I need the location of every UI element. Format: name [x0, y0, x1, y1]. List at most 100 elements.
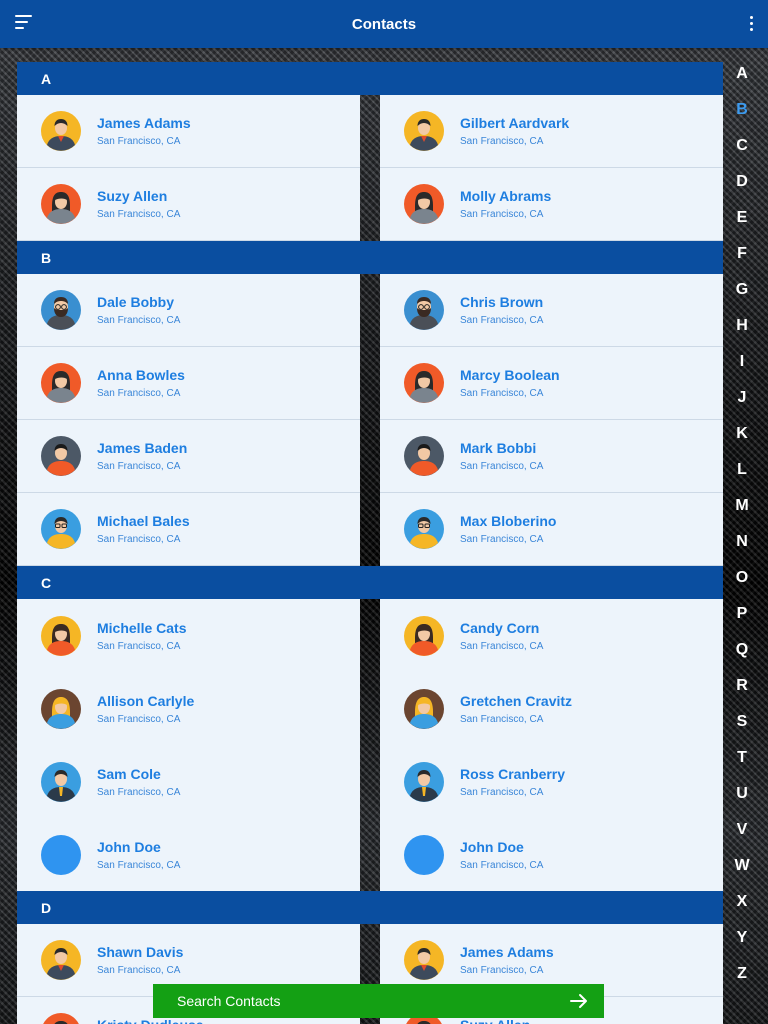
avatar-icon: [41, 940, 81, 980]
hamburger-menu-icon[interactable]: [15, 15, 33, 33]
contact-location: San Francisco, CA: [97, 209, 181, 220]
index-letter-n[interactable]: N: [724, 524, 760, 560]
contact-location: San Francisco, CA: [460, 965, 544, 976]
contact-card[interactable]: Michael Bales San Francisco, CA: [17, 493, 360, 566]
contact-name: James Adams: [97, 115, 191, 131]
contact-info: Allison Carlyle San Francisco, CA: [97, 693, 194, 725]
section-header-b: B: [17, 241, 723, 274]
index-letter-e[interactable]: E: [724, 200, 760, 236]
contact-card[interactable]: Candy Corn San Francisco, CA: [380, 599, 723, 672]
contact-card[interactable]: Ross Cranberry San Francisco, CA: [380, 745, 723, 818]
contact-card[interactable]: Marcy Boolean San Francisco, CA: [380, 347, 723, 420]
index-letter-i[interactable]: I: [724, 344, 760, 380]
contact-list[interactable]: A James Adams San Francisco, CA Suzy Allen S…: [17, 62, 723, 1024]
contact-name: Sam Cole: [97, 765, 161, 782]
contact-info: Michael Bales San Francisco, CA: [97, 513, 190, 545]
avatar-icon: [41, 688, 81, 729]
contact-info: Sam Cole San Francisco, CA: [97, 766, 180, 798]
index-letter-h[interactable]: H: [724, 308, 760, 344]
contact-card[interactable]: John Doe San Francisco, CA: [17, 818, 360, 891]
index-letter-w[interactable]: W: [724, 848, 760, 884]
avatar-icon: [404, 761, 444, 802]
contact-card[interactable]: Gilbert Aardvark San Francisco, CA: [380, 95, 723, 168]
contact-info: Michelle Cats San Francisco, CA: [97, 620, 186, 652]
more-options-icon[interactable]: [750, 16, 754, 32]
index-letter-b[interactable]: B: [724, 92, 760, 128]
index-letter-f[interactable]: F: [724, 236, 760, 272]
avatar-icon: [404, 436, 444, 476]
contact-location: San Francisco, CA: [97, 461, 181, 472]
index-letter-g[interactable]: G: [724, 272, 760, 308]
contact-card[interactable]: Dale Bobby San Francisco, CA: [17, 274, 360, 347]
index-letter-s[interactable]: S: [724, 704, 760, 740]
avatar-icon: [41, 184, 81, 224]
contact-column-left: Dale Bobby San Francisco, CA Anna Bowles Sa…: [17, 274, 360, 566]
index-letter-x[interactable]: X: [724, 884, 760, 920]
search-contacts-button[interactable]: Search Contacts: [153, 984, 604, 1018]
contact-name: Kristy Dudleuse: [97, 1017, 204, 1024]
index-letter-p[interactable]: P: [724, 596, 760, 632]
search-contacts-label: Search Contacts: [177, 993, 281, 1009]
index-letter-u[interactable]: U: [724, 776, 760, 812]
index-letter-r[interactable]: R: [724, 668, 760, 704]
avatar-icon: [41, 436, 81, 476]
contact-info: Ross Cranberry San Francisco, CA: [460, 766, 565, 798]
contact-card[interactable]: James Adams San Francisco, CA: [17, 95, 360, 168]
index-letter-m[interactable]: M: [724, 488, 760, 524]
index-letter-q[interactable]: Q: [724, 632, 760, 668]
index-letter-t[interactable]: T: [724, 740, 760, 776]
contact-name: Max Bloberino: [460, 513, 557, 529]
contact-location: San Francisco, CA: [97, 534, 181, 545]
contact-card[interactable]: Max Bloberino San Francisco, CA: [380, 493, 723, 566]
avatar-icon: [41, 111, 81, 151]
contact-card[interactable]: Suzy Allen San Francisco, CA: [17, 168, 360, 241]
contact-location: San Francisco, CA: [460, 461, 544, 472]
contact-card[interactable]: Michelle Cats San Francisco, CA: [17, 599, 360, 672]
contact-name: Gretchen Cravitz: [460, 692, 573, 709]
contact-info: Molly Abrams San Francisco, CA: [460, 188, 551, 220]
contact-card[interactable]: Molly Abrams San Francisco, CA: [380, 168, 723, 241]
contact-info: James Adams San Francisco, CA: [460, 944, 554, 976]
index-letter-y[interactable]: Y: [724, 920, 760, 956]
contact-card[interactable]: Sam Cole San Francisco, CA: [17, 745, 360, 818]
app-header: Contacts: [0, 0, 768, 48]
index-letter-k[interactable]: K: [724, 416, 760, 452]
contact-grid: James Adams San Francisco, CA Suzy Allen Sa…: [17, 95, 723, 241]
contact-info: John Doe San Francisco, CA: [460, 839, 543, 871]
section-header-d: D: [17, 891, 723, 924]
index-letter-l[interactable]: L: [724, 452, 760, 488]
contact-name: James Adams: [460, 944, 554, 960]
contact-location: San Francisco, CA: [97, 965, 181, 976]
contact-card[interactable]: Anna Bowles San Francisco, CA: [17, 347, 360, 420]
contact-info: Dale Bobby San Francisco, CA: [97, 294, 180, 326]
index-letter-v[interactable]: V: [724, 812, 760, 848]
contact-info: James Adams San Francisco, CA: [97, 115, 191, 147]
contact-card[interactable]: Gretchen Cravitz San Francisco, CA: [380, 672, 723, 745]
contact-name: Mark Bobbi: [460, 440, 537, 456]
index-letter-j[interactable]: J: [724, 380, 760, 416]
index-letter-o[interactable]: O: [724, 560, 760, 596]
contact-name: Anna Bowles: [97, 367, 185, 383]
contact-card[interactable]: James Baden San Francisco, CA: [17, 420, 360, 493]
contact-location: San Francisco, CA: [97, 315, 181, 326]
contact-location: San Francisco, CA: [97, 786, 181, 798]
index-letter-c[interactable]: C: [724, 128, 760, 164]
contact-card[interactable]: Mark Bobbi San Francisco, CA: [380, 420, 723, 493]
contact-card[interactable]: Allison Carlyle San Francisco, CA: [17, 672, 360, 745]
contact-name: John Doe: [460, 838, 524, 855]
avatar-icon: [404, 509, 444, 549]
contact-info: Marcy Boolean San Francisco, CA: [460, 367, 560, 399]
contact-name: Allison Carlyle: [97, 692, 195, 709]
contact-info: Shawn Davis San Francisco, CA: [97, 944, 183, 976]
avatar-icon: [404, 290, 444, 330]
contact-info: Gretchen Cravitz San Francisco, CA: [460, 693, 572, 725]
index-letter-d[interactable]: D: [724, 164, 760, 200]
contact-card[interactable]: John Doe San Francisco, CA: [380, 818, 723, 891]
contact-location: San Francisco, CA: [97, 388, 181, 399]
contact-column-right: Gilbert Aardvark San Francisco, CA Molly A…: [380, 95, 723, 241]
index-letter-z[interactable]: Z: [724, 956, 760, 992]
contact-column-left: James Adams San Francisco, CA Suzy Allen Sa…: [17, 95, 360, 241]
avatar-icon: [404, 184, 444, 224]
contact-card[interactable]: Chris Brown San Francisco, CA: [380, 274, 723, 347]
index-letter-a[interactable]: A: [724, 56, 760, 92]
